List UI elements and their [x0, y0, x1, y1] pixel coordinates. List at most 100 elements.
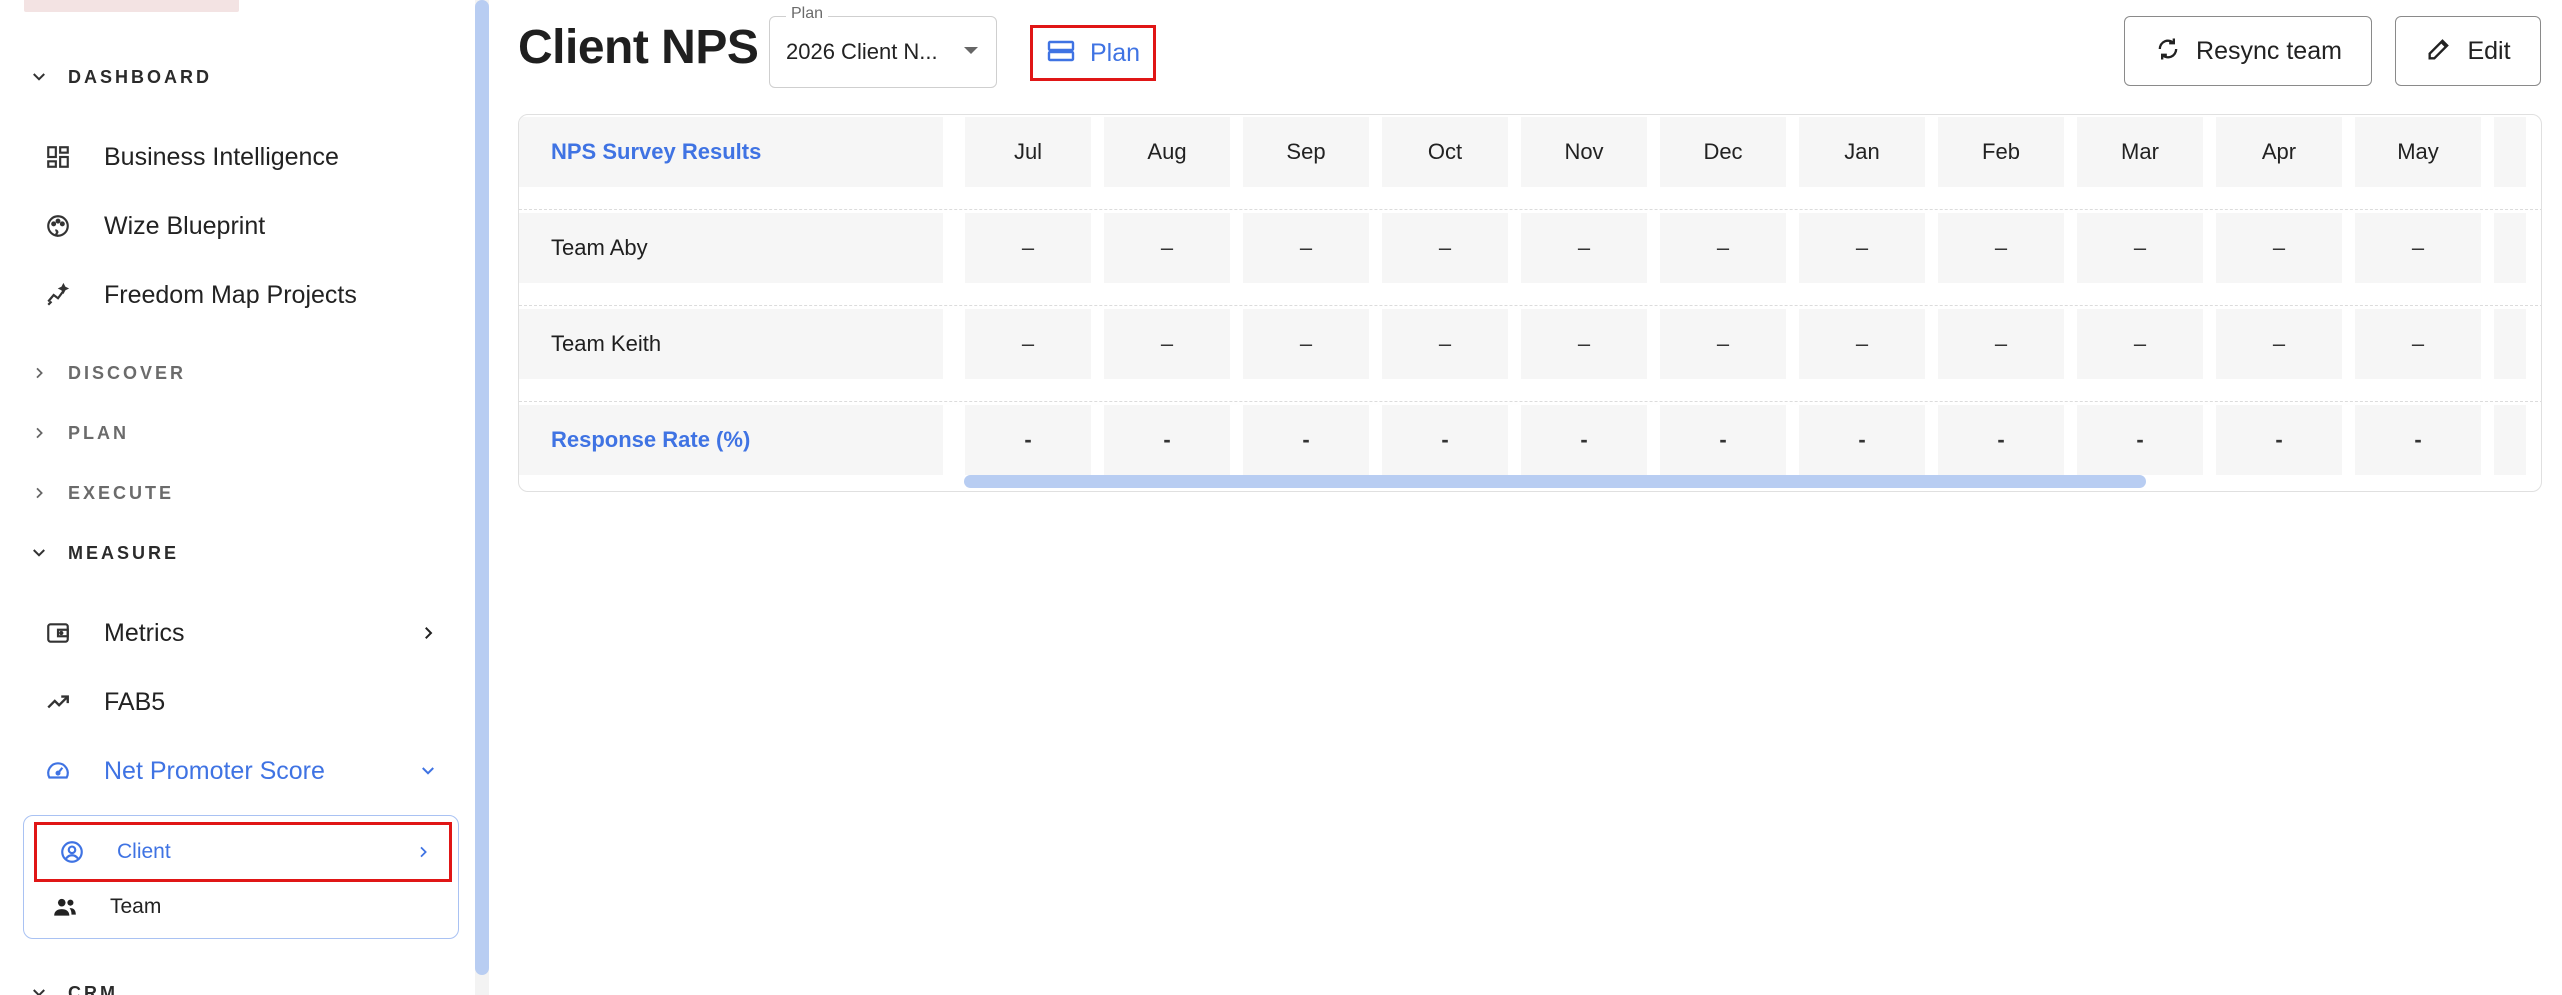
- sync-icon: [2154, 35, 2182, 68]
- submenu-item-team[interactable]: Team: [30, 882, 448, 932]
- section-discover[interactable]: DISCOVER: [28, 358, 186, 388]
- footer-cell: -: [965, 405, 1091, 475]
- resync-team-button[interactable]: Resync team: [2124, 16, 2372, 86]
- people-icon: [50, 892, 80, 922]
- section-execute[interactable]: EXECUTE: [28, 478, 174, 508]
- table-cell[interactable]: –: [1799, 213, 1925, 283]
- row-label: Team Aby: [519, 213, 943, 283]
- sidebar-item-label: Wize Blueprint: [104, 211, 266, 240]
- table-cell[interactable]: –: [1382, 213, 1508, 283]
- row-divider: [519, 209, 2541, 210]
- section-label: PLAN: [68, 422, 129, 443]
- column-header: Nov: [1521, 117, 1647, 187]
- table-cell[interactable]: –: [1243, 309, 1369, 379]
- sidebar: DASHBOARD Business Intelligence Wize Blu…: [0, 0, 475, 995]
- section-label: EXECUTE: [68, 482, 175, 503]
- chevron-right-icon: [414, 619, 442, 647]
- table-cell[interactable]: –: [1243, 213, 1369, 283]
- footer-cell: -: [2077, 405, 2203, 475]
- sidebar-scrollbar[interactable]: [475, 0, 489, 975]
- column-header: Oct: [1382, 117, 1508, 187]
- table-cell[interactable]: –: [2216, 213, 2342, 283]
- column-header: Feb: [1938, 117, 2064, 187]
- chevron-right-icon: [28, 482, 50, 504]
- edit-label: Edit: [2467, 36, 2511, 65]
- sidebar-item-fab5[interactable]: FAB5: [42, 680, 442, 724]
- table-cell[interactable]: –: [1521, 309, 1647, 379]
- table-cell-overflow: [2494, 309, 2526, 379]
- table-cell[interactable]: –: [965, 213, 1091, 283]
- footer-cell: -: [1243, 405, 1369, 475]
- column-header: May: [2355, 117, 2481, 187]
- table-cell-overflow: [2494, 405, 2526, 475]
- plan-select-value: 2026 Client N...: [786, 39, 938, 64]
- section-crm[interactable]: CRM: [28, 978, 118, 995]
- table-cell[interactable]: –: [1104, 213, 1230, 283]
- column-header: Aug: [1104, 117, 1230, 187]
- row-divider: [519, 305, 2541, 306]
- table-cell-overflow: [2494, 117, 2526, 187]
- edit-button[interactable]: Edit: [2395, 16, 2541, 86]
- footer-cell: -: [1938, 405, 2064, 475]
- column-header: Jan: [1799, 117, 1925, 187]
- sidebar-item-business-intelligence[interactable]: Business Intelligence: [42, 135, 442, 179]
- section-measure[interactable]: MEASURE: [28, 538, 179, 568]
- sidebar-item-freedom-map-projects[interactable]: Freedom Map Projects: [42, 273, 442, 317]
- dropdown-caret-icon: [964, 47, 978, 54]
- user-circle-icon: [57, 837, 87, 867]
- column-header: Apr: [2216, 117, 2342, 187]
- table-cell[interactable]: –: [1938, 213, 2064, 283]
- footer-cell: -: [2216, 405, 2342, 475]
- footer-cell: -: [1521, 405, 1647, 475]
- table-header-label: NPS Survey Results: [519, 117, 943, 187]
- footer-cell: -: [1660, 405, 1786, 475]
- table-cell[interactable]: –: [1660, 309, 1786, 379]
- row-label: Team Keith: [519, 309, 943, 379]
- chevron-down-icon: [414, 757, 442, 785]
- table-cell[interactable]: –: [1382, 309, 1508, 379]
- section-dashboard[interactable]: DASHBOARD: [28, 62, 212, 92]
- table-cell-overflow: [2494, 213, 2526, 283]
- table-horizontal-scrollbar[interactable]: [964, 475, 2146, 488]
- table-cell[interactable]: –: [2077, 213, 2203, 283]
- sidebar-item-label: Net Promoter Score: [104, 756, 325, 785]
- column-header: Sep: [1243, 117, 1369, 187]
- section-label: DISCOVER: [68, 362, 187, 383]
- table-cell[interactable]: –: [1660, 213, 1786, 283]
- table-footer-row: Response Rate (%) - - - - - - - - - - -: [519, 405, 2541, 475]
- table-cell[interactable]: –: [2355, 213, 2481, 283]
- plan-button[interactable]: Plan: [1030, 25, 1156, 81]
- sidebar-item-metrics[interactable]: Metrics: [42, 611, 442, 655]
- palette-icon: [42, 210, 74, 242]
- sidebar-item-label: Freedom Map Projects: [104, 280, 357, 309]
- plan-select[interactable]: Plan 2026 Client N...: [769, 5, 997, 88]
- trending-up-icon: [42, 686, 74, 718]
- footer-label: Response Rate (%): [519, 405, 943, 475]
- sidebar-item-wize-blueprint[interactable]: Wize Blueprint: [42, 204, 442, 248]
- sidebar-item-net-promoter-score[interactable]: Net Promoter Score: [42, 749, 442, 793]
- brand-logo[interactable]: [24, 0, 239, 12]
- section-plan[interactable]: PLAN: [28, 418, 129, 448]
- section-label: MEASURE: [68, 542, 180, 563]
- speedometer-icon: [42, 755, 74, 787]
- table-cell[interactable]: –: [1521, 213, 1647, 283]
- dashboard-grid-icon: [42, 141, 74, 173]
- table-cell[interactable]: –: [1938, 309, 2064, 379]
- table-cell[interactable]: –: [1799, 309, 1925, 379]
- column-header: Jul: [965, 117, 1091, 187]
- sidebar-item-label: Metrics: [104, 618, 185, 647]
- table-cell[interactable]: –: [2355, 309, 2481, 379]
- page-title: Client NPS: [518, 21, 759, 74]
- submenu-item-client[interactable]: Client: [34, 822, 452, 882]
- table-row: Team Keith – – – – – – – – – – –: [519, 309, 2541, 379]
- table-cell[interactable]: –: [2077, 309, 2203, 379]
- sparkle-chart-icon: [42, 279, 74, 311]
- table-header-row: NPS Survey Results Jul Aug Sep Oct Nov D…: [519, 117, 2541, 187]
- table-cell[interactable]: –: [1104, 309, 1230, 379]
- view-agenda-icon: [1046, 39, 1076, 68]
- chevron-right-icon: [28, 422, 50, 444]
- table-cell[interactable]: –: [965, 309, 1091, 379]
- table-row: Team Aby – – – – – – – – – – –: [519, 213, 2541, 283]
- chevron-down-icon: [28, 982, 50, 995]
- table-cell[interactable]: –: [2216, 309, 2342, 379]
